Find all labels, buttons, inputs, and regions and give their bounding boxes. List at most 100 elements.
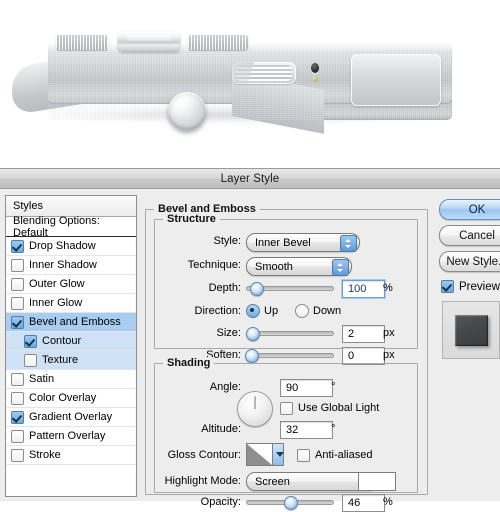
preview-option[interactable]: Preview — [441, 280, 500, 293]
checkbox-icon[interactable] — [11, 258, 24, 272]
checkbox-icon[interactable] — [11, 410, 24, 424]
style-label: Satin — [29, 372, 55, 385]
style-row-satin[interactable]: Satin — [6, 370, 136, 389]
cancel-button[interactable]: Cancel — [439, 225, 500, 246]
size-unit: px — [383, 327, 395, 339]
ok-button-label: OK — [468, 203, 486, 216]
checkbox-icon[interactable] — [441, 280, 454, 293]
checkbox-icon[interactable] — [11, 429, 24, 443]
style-row-drop-shadow[interactable]: Drop Shadow — [6, 237, 136, 256]
camera-sensor-dot — [311, 63, 319, 73]
style-row-outer-glow[interactable]: Outer Glow — [6, 275, 136, 294]
style-label: Inner Glow — [29, 296, 83, 309]
checkbox-icon[interactable] — [24, 353, 37, 367]
soften-slider[interactable] — [245, 347, 334, 363]
style-row-contour[interactable]: Contour — [6, 332, 136, 351]
checkbox-icon[interactable] — [11, 372, 24, 386]
style-row-inner-shadow[interactable]: Inner Shadow — [6, 256, 136, 275]
style-row-pattern-overlay[interactable]: Pattern Overlay — [6, 427, 136, 446]
ok-button[interactable]: OK — [439, 199, 500, 220]
checkbox-icon[interactable] — [11, 239, 24, 253]
angle-input[interactable]: 90 — [280, 379, 333, 397]
use-global-light-option[interactable]: Use Global Light — [280, 400, 379, 416]
opacity-input-value: 46 — [348, 497, 361, 509]
chevron-down-icon[interactable] — [272, 444, 284, 465]
style-row-gradient-overlay[interactable]: Gradient Overlay — [6, 408, 136, 427]
depth-slider[interactable] — [246, 280, 334, 296]
depth-field-label: Depth: — [208, 282, 241, 294]
camera-grille — [232, 62, 296, 84]
angle-dial[interactable] — [237, 391, 273, 427]
preview-swatch-icon — [454, 314, 488, 346]
soften-input-value: 0 — [348, 350, 355, 362]
direction-field-label: Direction: — [194, 305, 241, 317]
size-input[interactable]: 2 — [342, 325, 385, 343]
anti-aliased-option[interactable]: Anti-aliased — [297, 447, 372, 463]
highlight-mode-select-value: Screen — [255, 475, 290, 488]
anti-aliased-label: Anti-aliased — [315, 449, 373, 461]
gloss-contour-picker[interactable] — [246, 443, 284, 466]
radio-icon[interactable] — [246, 304, 260, 318]
preview-label: Preview — [459, 280, 500, 293]
opacity-slider[interactable] — [246, 494, 334, 510]
technique-select-value: Smooth — [255, 260, 293, 273]
checkbox-icon[interactable] — [11, 391, 24, 405]
direction-down-option[interactable]: Down — [295, 303, 341, 319]
angle-field-label: Angle: — [209, 381, 241, 393]
slider-knob[interactable] — [284, 496, 298, 510]
camera-dial-left — [56, 34, 108, 50]
style-label: Outer Glow — [29, 277, 85, 290]
style-row-texture[interactable]: Texture — [6, 351, 136, 370]
style-label: Inner Shadow — [29, 258, 97, 271]
highlight-color-swatch[interactable] — [358, 472, 396, 491]
checkbox-icon[interactable] — [280, 401, 293, 415]
bevel-emboss-settings: Bevel and Emboss Structure Style: Inner … — [145, 195, 428, 512]
depth-input[interactable]: 100 — [342, 280, 385, 298]
camera-led — [312, 76, 318, 82]
style-label: Drop Shadow — [29, 239, 96, 252]
direction-up-option[interactable]: Up — [246, 303, 278, 319]
checkbox-icon[interactable] — [11, 448, 24, 462]
checkbox-icon[interactable] — [297, 448, 310, 462]
contour-curve-icon — [247, 444, 272, 465]
new-style-button-label: New Style... — [446, 255, 500, 268]
style-label: Texture — [42, 353, 79, 366]
depth-unit: % — [383, 282, 393, 294]
style-label: Pattern Overlay — [29, 429, 106, 442]
altitude-unit: ° — [331, 423, 336, 435]
slider-track — [246, 353, 334, 358]
altitude-input[interactable]: 32 — [280, 421, 333, 439]
use-global-light-label: Use Global Light — [298, 402, 380, 414]
checkbox-icon[interactable] — [11, 277, 24, 291]
opacity-input[interactable]: 46 — [342, 494, 385, 512]
radio-icon[interactable] — [295, 304, 309, 318]
dialog-title: Layer Style — [220, 172, 280, 185]
style-row-color-overlay[interactable]: Color Overlay — [6, 389, 136, 408]
style-label: Color Overlay — [29, 391, 97, 404]
checkbox-icon[interactable] — [24, 334, 37, 348]
camera-shutter-knob — [118, 32, 180, 52]
blending-options-row[interactable]: Blending Options: Default — [6, 215, 136, 239]
style-row-bevel-and-emboss[interactable]: Bevel and Emboss — [6, 313, 136, 332]
new-style-button[interactable]: New Style... — [439, 251, 500, 272]
technique-field-label: Technique: — [187, 259, 241, 271]
slider-knob[interactable] — [246, 327, 260, 341]
checkbox-icon[interactable] — [11, 315, 24, 329]
size-slider[interactable] — [246, 325, 334, 341]
slider-knob[interactable] — [245, 349, 259, 363]
style-select-value: Inner Bevel — [255, 236, 311, 249]
depth-input-value: 100 — [348, 283, 367, 295]
checkbox-icon[interactable] — [11, 296, 24, 310]
gloss-contour-field-label: Gloss Contour: — [167, 449, 241, 461]
style-label: Contour — [42, 334, 82, 347]
style-row-inner-glow[interactable]: Inner Glow — [6, 294, 136, 313]
style-row-stroke[interactable]: Stroke — [6, 446, 136, 465]
shading-group-title: Shading — [163, 357, 215, 369]
altitude-input-value: 32 — [286, 424, 299, 436]
slider-knob[interactable] — [250, 282, 264, 296]
camera-dial-right — [188, 34, 248, 50]
style-select[interactable]: Inner Bevel — [246, 233, 360, 252]
structure-group-title: Structure — [163, 213, 220, 225]
chevron-updown-icon — [332, 259, 349, 276]
technique-select[interactable]: Smooth — [246, 257, 352, 276]
